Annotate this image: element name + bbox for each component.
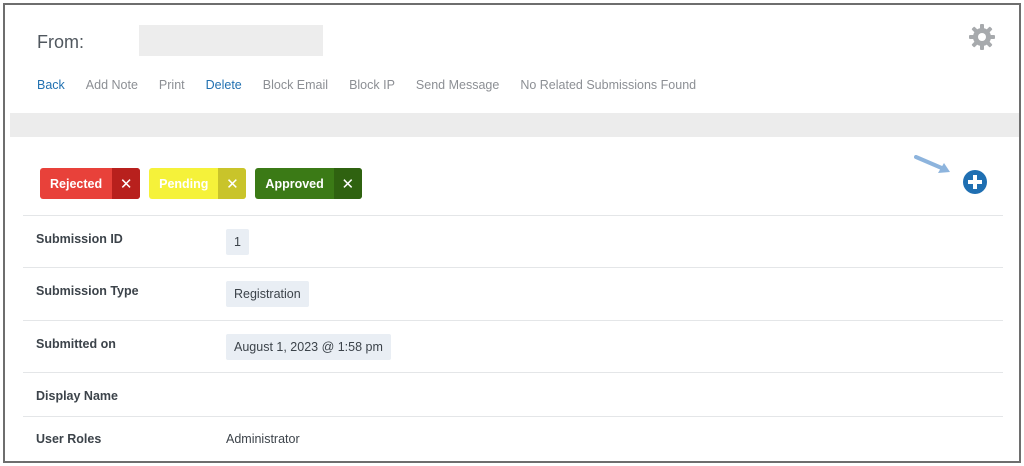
row-label: Submission Type: [36, 284, 139, 298]
from-label: From:: [37, 32, 84, 52]
tag-pending[interactable]: Pending ✕: [149, 168, 247, 199]
action-links: Back Add Note Print Delete Block Email B…: [37, 78, 717, 92]
tag-label: Approved: [265, 176, 324, 191]
submission-panel: From: Back Add Note Print Delete Block E…: [3, 3, 1021, 463]
back-link[interactable]: Back: [37, 78, 65, 92]
tag-label: Rejected: [50, 176, 103, 191]
delete-link[interactable]: Delete: [206, 78, 242, 92]
table-row: Submitted on August 1, 2023 @ 1:58 pm: [23, 320, 1003, 372]
related-submissions-link: No Related Submissions Found: [520, 78, 697, 92]
table-row: Submission ID 1: [23, 215, 1003, 267]
section-divider: [10, 113, 1019, 137]
block-email-link[interactable]: Block Email: [263, 78, 328, 92]
arrow-icon: [914, 155, 950, 173]
row-label: User Roles: [36, 432, 102, 446]
tag-rejected[interactable]: Rejected ✕: [40, 168, 141, 199]
row-label: Submitted on: [36, 337, 116, 351]
submission-header: From: Back Add Note Print Delete Block E…: [5, 5, 1019, 113]
details-table: Submission ID 1 Submission Type Registra…: [23, 215, 1003, 460]
gear-icon[interactable]: [968, 23, 996, 51]
table-row: Display Name: [23, 372, 1003, 416]
print-link[interactable]: Print: [159, 78, 185, 92]
block-ip-link[interactable]: Block IP: [349, 78, 395, 92]
table-row: User Roles Administrator: [23, 416, 1003, 460]
add-note-link[interactable]: Add Note: [86, 78, 138, 92]
tag-approved[interactable]: Approved ✕: [255, 168, 362, 199]
close-icon[interactable]: ✕: [333, 168, 362, 199]
row-value: August 1, 2023 @ 1:58 pm: [226, 334, 391, 360]
table-row: Submission Type Registration: [23, 267, 1003, 320]
submission-details: Rejected ✕ Pending ✕ Approved ✕ Submissi…: [5, 137, 1019, 461]
send-message-link[interactable]: Send Message: [416, 78, 499, 92]
row-label: Submission ID: [36, 232, 123, 246]
from-value-redacted: [139, 25, 323, 56]
row-value: Administrator: [226, 432, 300, 446]
row-value: Registration: [226, 281, 309, 307]
status-tags: Rejected ✕ Pending ✕ Approved ✕: [40, 168, 371, 199]
tag-label: Pending: [159, 176, 209, 191]
close-icon[interactable]: ✕: [218, 168, 247, 199]
row-value: 1: [226, 229, 249, 255]
plus-circle-icon[interactable]: [963, 170, 987, 194]
row-label: Display Name: [36, 389, 118, 403]
close-icon[interactable]: ✕: [112, 168, 141, 199]
